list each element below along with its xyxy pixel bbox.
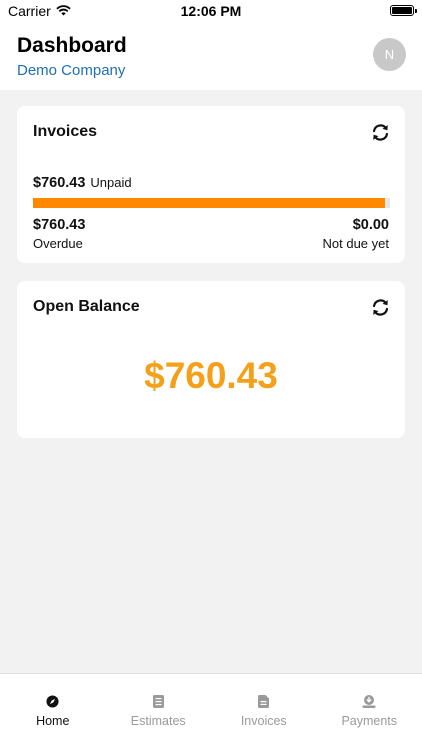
tab-invoices-label: Invoices (240, 714, 287, 728)
balance-refresh-button[interactable] (369, 296, 391, 318)
refresh-icon (372, 123, 388, 141)
tab-payments-label: Payments (341, 714, 398, 728)
tab-payments[interactable]: Payments (317, 674, 422, 750)
open-balance-amount: $760.43 (144, 355, 278, 396)
progress-fill (33, 198, 386, 208)
tab-home-label: Home (36, 714, 70, 728)
tab-bar: Home Estimates Invoices Payments (0, 673, 422, 750)
avatar[interactable]: N (373, 38, 406, 71)
tab-invoices[interactable]: Invoices (211, 674, 317, 750)
not-due-block: $0.00 Not due yet (323, 217, 390, 251)
overdue-amount: $760.43 (33, 217, 86, 233)
unpaid-progress-bar (33, 198, 390, 208)
unpaid-amount: $760.43 (33, 175, 86, 191)
not-due-label: Not due yet (322, 236, 390, 251)
unpaid-summary: $760.43 Unpaid (33, 175, 132, 191)
tab-home[interactable]: Home (0, 674, 106, 750)
invoices-card-title: Invoices (33, 123, 98, 140)
open-balance-title: Open Balance (33, 298, 140, 315)
page-title: Dashboard (17, 34, 127, 57)
invoice-document-icon (257, 694, 271, 708)
tab-estimates[interactable]: Estimates (106, 674, 212, 750)
status-time: 12:06 PM (180, 3, 242, 19)
invoices-refresh-button[interactable] (369, 121, 391, 143)
list-document-icon (151, 694, 165, 708)
status-bar: Carrier 12:06 PM (0, 0, 422, 24)
compass-icon (46, 694, 60, 708)
invoices-card[interactable]: Invoices $760.43 Unpaid $760.43 Overdue … (17, 106, 405, 263)
battery-icon (390, 5, 417, 16)
unpaid-label: Unpaid (90, 175, 132, 190)
open-balance-card[interactable]: Open Balance $760.43 (17, 281, 405, 438)
overdue-block: $760.43 Overdue (33, 217, 85, 251)
app-screen: Carrier 12:06 PM Dashboard Demo Company … (0, 0, 422, 750)
overdue-label: Overdue (33, 236, 83, 251)
company-name-link[interactable]: Demo Company (17, 62, 125, 79)
payment-download-icon (362, 694, 376, 708)
not-due-amount: $0.00 (352, 217, 389, 233)
tab-estimates-label: Estimates (130, 714, 186, 728)
refresh-icon (372, 298, 388, 316)
header: Dashboard Demo Company N (0, 24, 422, 90)
